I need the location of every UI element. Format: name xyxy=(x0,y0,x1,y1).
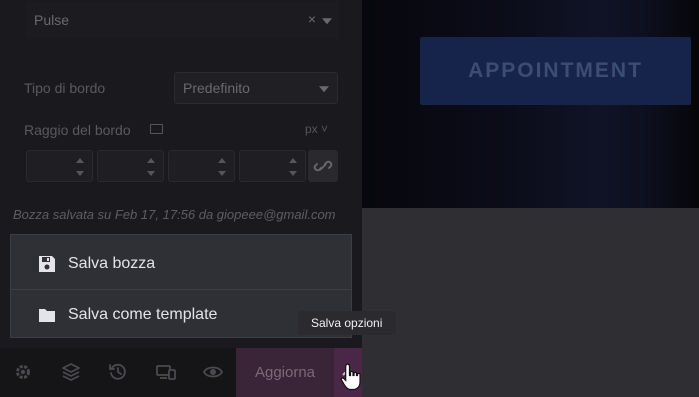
border-radius-label: Raggio del bordo xyxy=(24,122,131,138)
animation-select-value: Pulse xyxy=(34,12,70,28)
spinner-icon[interactable] xyxy=(289,158,299,176)
border-type-label: Tipo di bordo xyxy=(24,80,106,96)
animation-select[interactable]: Pulse × xyxy=(26,2,338,38)
draft-saved-note: Bozza salvata su Feb 17, 17:56 da giopee… xyxy=(13,207,336,222)
history-icon[interactable] xyxy=(108,362,128,382)
unit-select[interactable]: px ˅ xyxy=(305,122,328,136)
spinner-icon[interactable] xyxy=(218,158,228,176)
save-as-template-label: Salva come template xyxy=(68,305,218,323)
save-draft-label: Salva bozza xyxy=(68,255,156,272)
clear-icon[interactable]: × xyxy=(308,11,316,27)
save-draft-item[interactable]: Salva bozza xyxy=(11,239,351,289)
chevron-down-icon xyxy=(319,86,329,93)
radius-left-input[interactable] xyxy=(239,150,306,182)
preview-content-section xyxy=(362,208,699,397)
radius-right-input[interactable] xyxy=(97,150,164,182)
border-type-select[interactable]: Predefinito xyxy=(174,72,338,104)
update-button[interactable]: Aggiorna xyxy=(236,348,334,397)
eye-icon[interactable] xyxy=(203,362,223,382)
spinner-icon[interactable] xyxy=(76,158,86,176)
gear-icon[interactable] xyxy=(13,362,33,382)
layers-icon[interactable] xyxy=(61,362,81,382)
border-type-value: Predefinito xyxy=(183,80,250,96)
spinner-icon[interactable] xyxy=(147,158,157,176)
radius-bottom-input[interactable] xyxy=(168,150,235,182)
desktop-icon[interactable] xyxy=(150,124,163,134)
link-values-button[interactable] xyxy=(308,150,338,182)
responsive-icon[interactable] xyxy=(156,362,176,382)
chevron-down-icon xyxy=(322,18,332,25)
folder-icon xyxy=(38,306,56,324)
hand-pointer-icon xyxy=(340,363,361,391)
radius-top-input[interactable] xyxy=(26,150,93,182)
save-options-tooltip: Salva opzioni xyxy=(298,311,396,335)
link-icon xyxy=(313,160,333,172)
unit-value: px xyxy=(305,122,318,136)
floppy-disk-icon xyxy=(38,255,56,273)
appointment-button[interactable]: APPOINTMENT xyxy=(420,37,691,105)
